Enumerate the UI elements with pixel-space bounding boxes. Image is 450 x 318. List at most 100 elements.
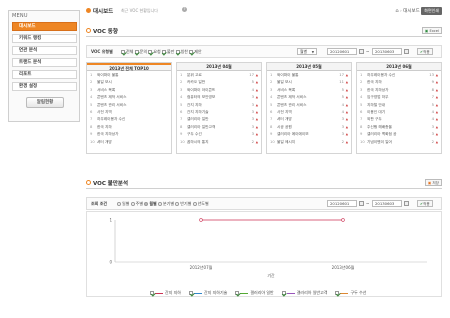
keyword-row[interactable]: 2 불일 보시 [90,79,168,86]
legend-item[interactable]: 간지 지하기술 [189,290,227,296]
keyword-row[interactable]: 4 콘텐츠 제작 서비스 5 ▲ [270,94,348,101]
date-from-input[interactable]: 20120601 [327,200,357,207]
keyword-row[interactable]: 8 시공 공원 3 ▲ [270,124,348,131]
keyword-row[interactable]: 1 하우레이용자 수신 13 ▲ [360,72,438,79]
trend-up-icon: ▲ [345,109,348,114]
keyword-count: 3 [251,132,254,137]
keyword-row[interactable]: 9 갤러리아 에이에이보 3 ▲ [270,131,348,138]
keyword-row[interactable]: 6 이용인 대기 4 ▲ [360,109,438,116]
keyword-row[interactable]: 6 간지 지하기술 3 ▲ [180,109,258,116]
keyword-row[interactable]: 7 하우레이용자 수신 [90,116,168,123]
apply-button[interactable]: ✔적용 [417,200,433,207]
apply-button[interactable]: ✔적용 [417,48,433,55]
keyword-row[interactable]: 8 갤러리아 일반고객 3 ▲ [180,124,258,131]
radio-daily[interactable]: 일별 [117,201,129,206]
rank-number: 5 [270,102,273,107]
checkbox-request[interactable]: 요청 [148,49,161,54]
radio-yearly[interactable]: 년도별 [192,201,209,206]
checkbox-suggestion[interactable]: 제안 [189,49,202,54]
legend-item[interactable]: 간지 지하 [150,290,181,296]
keyword-row[interactable]: 3 와이파이 아이콘뜨 4 ▲ [180,87,258,94]
calendar-icon[interactable] [359,49,364,54]
keyword-row[interactable]: 9 갤러리아 백화점 공 3 ▲ [360,131,438,138]
calendar-icon[interactable] [404,201,409,206]
trend-up-icon: ▲ [345,95,348,100]
keyword-row[interactable]: 7 외판 구두 4 ▲ [360,116,438,123]
keyword-row[interactable]: 4 컴퓨터의 보안영보 3 ▲ [180,94,258,101]
sidebar-item-association[interactable]: 연관 분석 [12,46,77,55]
keyword-row[interactable]: 5 콘텐츠 관리 서비스 4 ▲ [270,102,348,109]
trend-up-icon: ▲ [345,124,348,129]
checkbox-icon [189,50,194,54]
legend-item[interactable]: 갤러리아 일반고객 [281,290,327,296]
keyword-row[interactable]: 10 셔터 개방 [90,139,168,146]
sidebar-item-settings[interactable]: 환경 설정 [12,82,77,91]
keyword-row[interactable]: 10 불일 메시지 2 ▲ [270,139,348,146]
keyword-row[interactable]: 10 기념이벤이 일어 2 ▲ [360,139,438,146]
date-to-input[interactable]: 20130603 [372,200,402,207]
keyword-row[interactable]: 1 와이파이 불통 [90,72,168,79]
date-from-input[interactable]: 20120601 [327,48,357,55]
keyword-row[interactable]: 3 서비스 목록 [90,87,168,94]
alert-status-button[interactable]: 알림현황 [26,97,64,108]
keyword-row[interactable]: 9 구두 수선 3 ▲ [180,131,258,138]
voc-complaint-filter: 조회 조건 일별 주별 월별 분기별 반기별 년도별 20120601 ~ 20… [86,197,442,210]
checkbox-inquiry[interactable]: 문의 [134,49,147,54]
radio-quarterly[interactable]: 분기별 [157,201,174,206]
date-to-input[interactable]: 20130603 [372,48,402,55]
keyword-row[interactable]: 3 한국 지하상가 8 ▲ [360,87,438,94]
checkbox-praise[interactable]: 칭찬 [175,49,188,54]
keyword-row[interactable]: 4 입구영업 하우 7 ▲ [360,94,438,101]
rank-number: 8 [180,124,183,129]
excel-button[interactable]: ▣ Excel [421,27,442,34]
sidebar-item-report[interactable]: 리포트 [12,70,77,79]
keyword-row[interactable]: 7 갤러리아 일반 3 ▲ [180,116,258,123]
keyword-row[interactable]: 5 간지 지하 3 ▲ [180,102,258,109]
keyword-row[interactable]: 3 서비스 목록 5 ▲ [270,87,348,94]
keyword-label: 셔터 개방 [97,139,112,144]
keyword-row[interactable]: 2 한국 지하 9 ▲ [360,79,438,86]
checkbox-icon [150,291,154,295]
keyword-row[interactable]: 7 셔터 개방 3 ▲ [270,116,348,123]
save-button[interactable]: ▣ 저장 [424,179,442,186]
keyword-row[interactable]: 6 사전 지역 4 ▲ [270,109,348,116]
keyword-row[interactable]: 8 주신행 해배총을 3 ▲ [360,124,438,131]
checkbox-all[interactable]: 전체 [121,49,133,54]
checkbox-complaint[interactable]: 불만 [161,49,174,54]
period-select[interactable]: 월별 ▼ [297,48,317,55]
keyword-count: 3 [251,109,254,114]
keyword-row[interactable]: 9 한국 지하상가 [90,131,168,138]
print-button[interactable]: 화면인쇄 [421,7,442,15]
column-header: 2013년 05월 [267,63,351,71]
keyword-row[interactable]: 4 콘텐츠 제작 서비스 [90,94,168,101]
trend-up-icon: ▲ [435,132,438,137]
keyword-count: 3 [431,132,434,137]
trend-up-icon: ▲ [345,80,348,85]
keyword-row[interactable]: 8 한국 지하 [90,124,168,131]
calendar-icon[interactable] [359,201,364,206]
keyword-row[interactable]: 1 와이파이 불통 17 ▲ [270,72,348,79]
sidebar-item-keyword-ranking[interactable]: 키워드 랭킹 [12,34,77,43]
calendar-icon[interactable] [404,49,409,54]
keyword-row[interactable]: 1 분위 고르 17 ▲ [180,72,258,79]
help-icon[interactable]: ? [182,7,187,12]
rank-number: 1 [360,73,363,77]
legend-item[interactable]: 구두 수선 [335,290,366,296]
keyword-count: 4 [341,109,344,114]
keyword-row[interactable]: 5 콘텐츠 관리 서비스 [90,102,168,109]
rank-number: 10 [180,139,185,144]
keyword-label: 한국 지하상가 [97,132,119,137]
sidebar-item-trend[interactable]: 트랜드 분석 [12,58,77,67]
keyword-row[interactable]: 2 불일 보시 11 ▲ [270,79,348,86]
keyword-label: 컴퓨터의 보안영보 [187,95,216,100]
radio-monthly[interactable]: 월별 [144,201,157,206]
keyword-row[interactable]: 6 사전 지역 [90,109,168,116]
keyword-row[interactable]: 2 카카오 일반 5 ▲ [180,79,258,86]
radio-half-yearly[interactable]: 반기별 [175,201,191,206]
radio-weekly[interactable]: 주별 [130,201,143,206]
home-icon[interactable]: ⌂ [395,8,398,14]
sidebar-item-dashboard[interactable]: 대시보드 [12,22,77,31]
keyword-row[interactable]: 10 꼽하시의 통지 2 ▲ [180,139,258,146]
legend-item[interactable]: 갤러리아 일반 [235,290,274,296]
keyword-row[interactable]: 5 지하철 안내 5 ▲ [360,102,438,109]
